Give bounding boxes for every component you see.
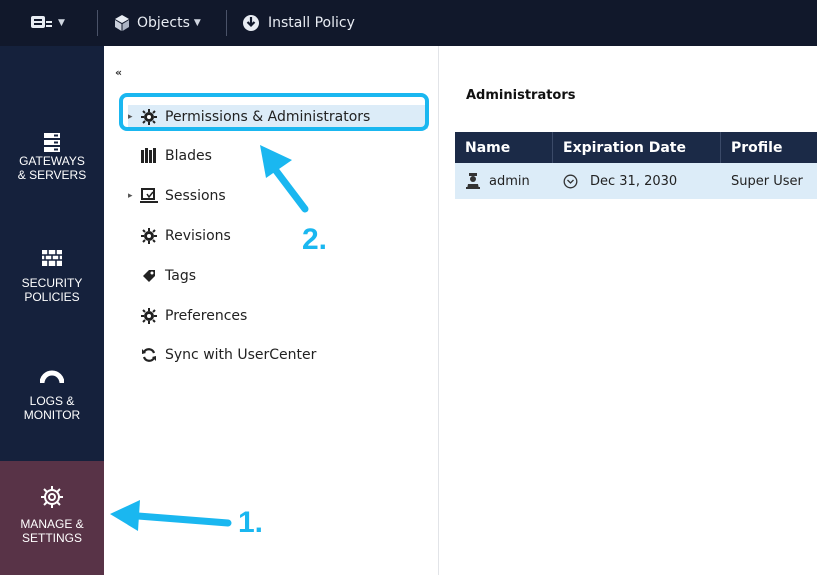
annotation-step-1: 1. bbox=[238, 506, 264, 539]
annotation-arrow-2 bbox=[260, 145, 309, 213]
annotation-overlay bbox=[110, 145, 309, 531]
annotation-arrow-1 bbox=[110, 500, 232, 531]
annotation-step-2: 2. bbox=[302, 223, 328, 256]
